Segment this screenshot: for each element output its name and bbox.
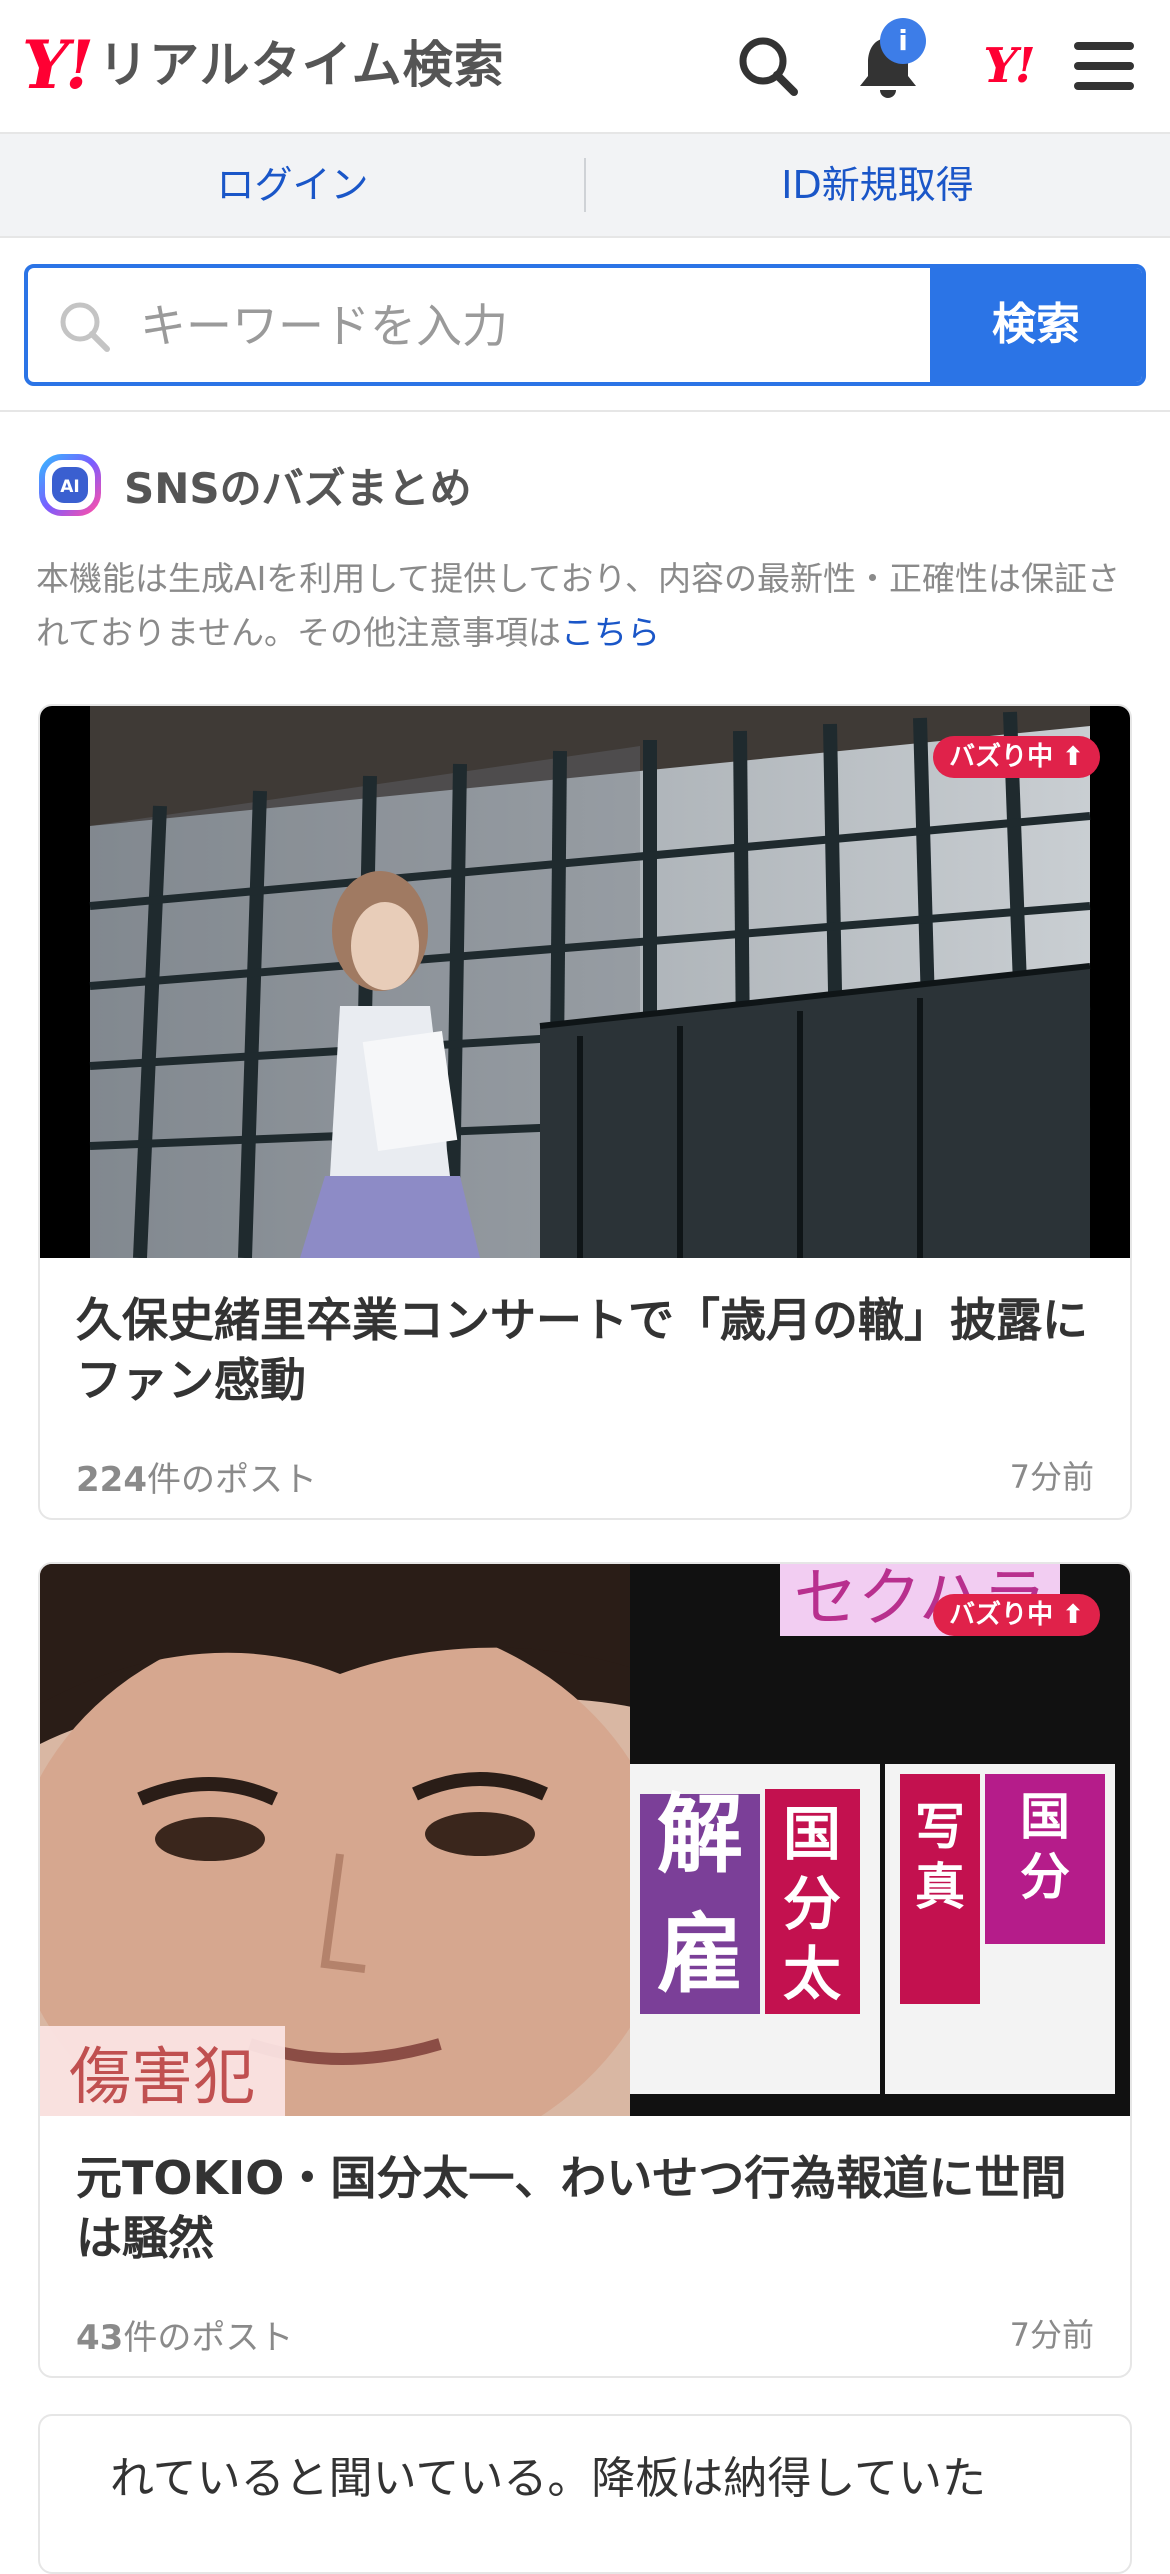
post-text: れていると聞いている。降板は納得していた [110, 2453, 987, 2504]
card-thumbnail: セクハラ 解 雇 国 分 太 写 真 国 分 傷害犯 バズり中 ⬆ [40, 1564, 1130, 2116]
post-card[interactable]: れていると聞いている。降板は納得していた [38, 2414, 1132, 2574]
login-link[interactable]: ログイン [0, 134, 585, 236]
arrow-up-icon: ⬆ [1062, 1600, 1084, 1630]
svg-text:分: 分 [1020, 1848, 1070, 1906]
post-count-suffix: 件のポスト [146, 1460, 317, 1500]
news-photo: セクハラ 解 雇 国 分 太 写 真 国 分 傷害犯 [40, 1564, 1130, 2116]
app-header: Y! リアルタイム検索 i Y! [0, 0, 1170, 134]
card-thumbnail: バズり中 ⬆ [40, 706, 1130, 1258]
buzz-badge-label: バズり中 [949, 742, 1054, 772]
yahoo-top-button[interactable]: Y! [966, 24, 1050, 108]
search-field-icon [56, 298, 112, 354]
buzz-badge: バズり中 ⬆ [933, 1594, 1100, 1636]
search-input[interactable] [138, 268, 942, 382]
card-title: 元TOKIO・国分太一、わいせつ行為報道に世間は騒然 [76, 2151, 1067, 2265]
section-divider [0, 410, 1170, 412]
svg-text:国: 国 [783, 1800, 841, 1868]
yahoo-logo-mark: Y! [22, 26, 94, 104]
post-count: 224件のポスト [76, 1452, 317, 1501]
image-overlay-text: 傷害犯 [69, 2040, 255, 2113]
ai-section-header: AI SNSのバズまとめ [38, 450, 472, 520]
buzz-card[interactable]: バズり中 ⬆ 久保史緒里卒業コンサートで「歳月の轍」披露にファン感動 224件の… [38, 704, 1132, 1520]
post-count: 43件のポスト [76, 2310, 293, 2359]
arrow-up-icon: ⬆ [1062, 742, 1084, 772]
svg-text:写: 写 [915, 1798, 965, 1856]
buzz-card[interactable]: セクハラ 解 雇 国 分 太 写 真 国 分 傷害犯 バズり中 ⬆ 元TOKIO… [38, 1562, 1132, 2378]
concert-photo [40, 706, 1130, 1258]
notifications-button[interactable]: i [846, 18, 930, 108]
yahoo-mini-logo: Y! [983, 38, 1035, 94]
svg-text:雇: 雇 [657, 1905, 743, 2005]
svg-text:太: 太 [783, 1940, 841, 2008]
menu-button[interactable] [1062, 24, 1146, 108]
svg-text:真: 真 [915, 1858, 965, 1916]
svg-text:解: 解 [657, 1785, 743, 1885]
svg-text:分: 分 [783, 1870, 841, 1938]
post-count-number: 224 [76, 1460, 147, 1500]
ai-badge-text: AI [60, 477, 79, 497]
search-box: 検索 [24, 264, 1146, 386]
header-search-button[interactable] [726, 24, 810, 108]
svg-text:国: 国 [1020, 1788, 1070, 1846]
buzz-badge-label: バズり中 [949, 1600, 1054, 1630]
post-count-number: 43 [76, 2318, 124, 2358]
search-button[interactable]: 検索 [930, 268, 1142, 382]
menu-icon [1074, 42, 1134, 90]
notification-badge: i [880, 18, 926, 64]
buzz-badge: バズり中 ⬆ [933, 736, 1100, 778]
card-title: 久保史緒里卒業コンサートで「歳月の轍」披露にファン感動 [76, 1293, 1088, 1407]
ai-icon: AI [39, 454, 101, 516]
ai-section-title: SNSのバズまとめ [124, 463, 472, 513]
search-icon [60, 302, 110, 352]
card-timestamp: 7分前 [1009, 2316, 1094, 2354]
logo-text: リアルタイム検索 [98, 36, 505, 94]
post-count-suffix: 件のポスト [123, 2318, 294, 2358]
auth-bar: ログイン ID新規取得 [0, 134, 1170, 238]
search-icon [739, 37, 798, 96]
card-timestamp: 7分前 [1009, 1458, 1094, 1496]
yahoo-realtime-logo[interactable]: Y! リアルタイム検索 [22, 30, 505, 100]
ai-disclaimer: 本機能は生成AIを利用して提供しており、内容の最新性・正確性は保証されておりませ… [36, 552, 1136, 660]
disclaimer-link[interactable]: こちら [561, 613, 660, 652]
register-link[interactable]: ID新規取得 [585, 134, 1170, 236]
